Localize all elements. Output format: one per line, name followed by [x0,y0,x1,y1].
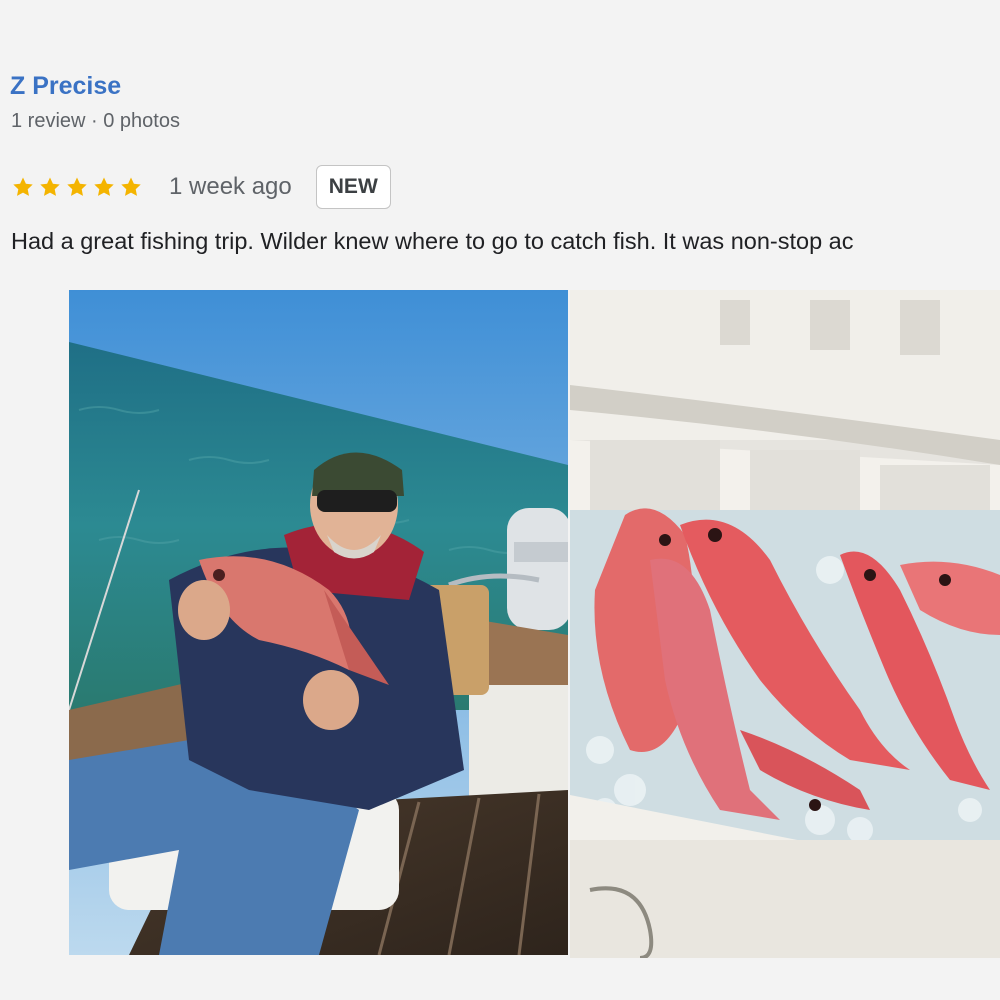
star-icon [11,175,35,199]
star-icon [65,175,89,199]
photo-cooler-red-snapper-icon [570,290,1000,958]
review-photo-2[interactable] [570,290,1000,958]
rating-row: 1 week ago NEW [11,164,391,210]
review-photo-1[interactable] [69,290,568,955]
review-card: Z Precise 1 review · 0 photos 1 week ago… [0,0,1000,1000]
review-timestamp: 1 week ago [169,173,292,200]
new-badge: NEW [315,165,391,209]
star-icon [92,175,116,199]
review-text: Had a great fishing trip. Wilder knew wh… [11,228,854,254]
star-icon [38,175,62,199]
star-rating [11,175,143,199]
star-icon [119,175,143,199]
reviewer-stats: 1 review · 0 photos [11,110,180,132]
reviewer-name-link[interactable]: Z Precise [10,72,121,101]
photo-angler-holding-fish-icon [69,290,568,955]
